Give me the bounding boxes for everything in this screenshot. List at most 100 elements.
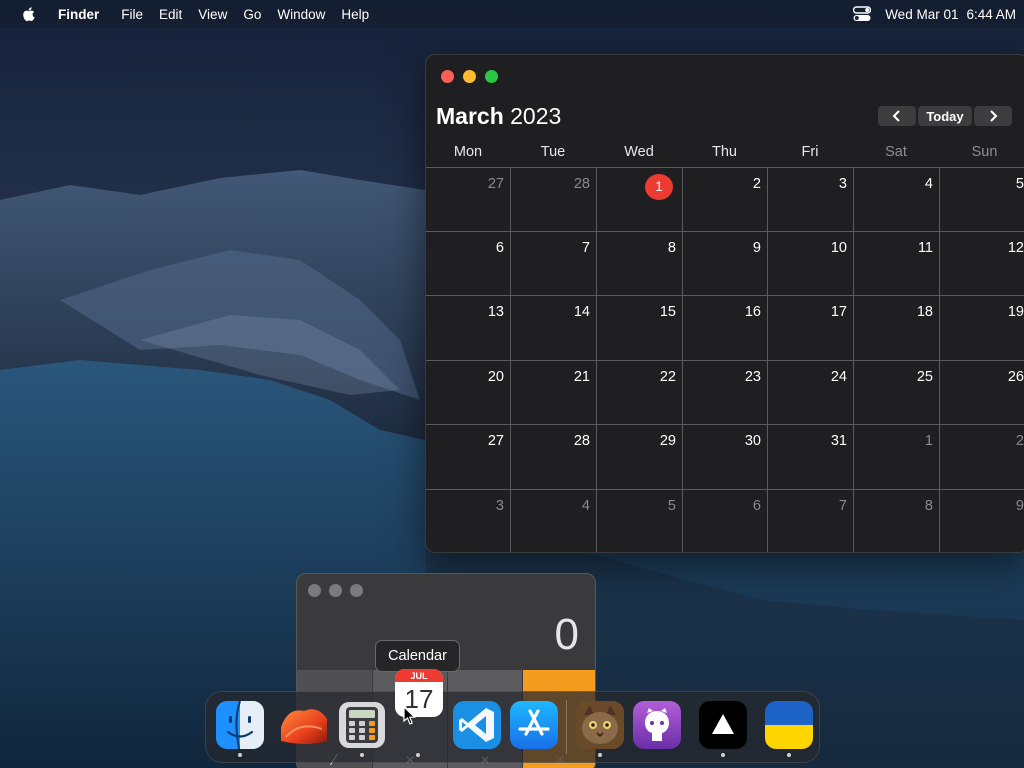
menu-window[interactable]: Window xyxy=(277,7,325,22)
menubar-date: Wed Mar 01 xyxy=(885,6,959,22)
next-month-button[interactable] xyxy=(974,106,1012,126)
day-cell[interactable]: 12 xyxy=(944,240,1024,264)
day-cell[interactable]: 29 xyxy=(596,433,676,457)
window-controls xyxy=(441,70,498,83)
menu-go[interactable]: Go xyxy=(243,7,261,22)
menu-view[interactable]: View xyxy=(198,7,227,22)
day-number: 15 xyxy=(659,304,676,320)
day-cell[interactable]: 28 xyxy=(510,433,590,457)
grid-line xyxy=(426,360,1024,361)
day-number: 22 xyxy=(659,369,676,385)
calendar-icon-month: JUL xyxy=(410,671,428,681)
dock-separator xyxy=(566,700,567,754)
day-number: 3 xyxy=(838,176,847,192)
day-cell[interactable]: 27 xyxy=(426,433,504,457)
day-cell[interactable]: 9 xyxy=(944,498,1024,522)
day-cell[interactable]: 20 xyxy=(426,369,504,393)
day-cell[interactable]: 6 xyxy=(681,498,761,522)
zoom-button[interactable] xyxy=(485,70,498,83)
dock-item-vercel[interactable] xyxy=(697,699,749,751)
day-number: 12 xyxy=(1007,240,1024,256)
day-number: 5 xyxy=(1015,176,1024,192)
grid-line xyxy=(426,295,1024,296)
apple-logo-icon[interactable] xyxy=(20,5,38,23)
day-cell[interactable]: 22 xyxy=(596,369,676,393)
dock-item-ukraine-flag[interactable] xyxy=(763,699,815,751)
day-cell[interactable]: 16 xyxy=(681,304,761,328)
today-button[interactable]: Today xyxy=(918,106,972,126)
day-number: 21 xyxy=(573,369,590,385)
dock-item-vscode[interactable] xyxy=(451,699,503,751)
day-cell[interactable]: 28 xyxy=(510,176,590,200)
day-cell[interactable]: 3 xyxy=(767,176,847,200)
day-cell[interactable]: 2 xyxy=(681,176,761,200)
day-cell[interactable]: 7 xyxy=(510,240,590,264)
ukraine-flag-icon xyxy=(765,701,813,749)
weekday-wed: Wed xyxy=(624,144,654,160)
day-cell[interactable]: 15 xyxy=(596,304,676,328)
day-cell[interactable]: 13 xyxy=(426,304,504,328)
day-cell[interactable]: 7 xyxy=(767,498,847,522)
calculator-close-button[interactable] xyxy=(308,584,321,597)
menu-edit[interactable]: Edit xyxy=(159,7,182,22)
day-number: 3 xyxy=(495,498,504,514)
day-cell[interactable]: 25 xyxy=(853,369,933,393)
menu-app-name[interactable]: Finder xyxy=(58,7,99,22)
menu-help[interactable]: Help xyxy=(341,7,369,22)
minimize-button[interactable] xyxy=(463,70,476,83)
day-cell[interactable]: 24 xyxy=(767,369,847,393)
day-cell[interactable]: 1 xyxy=(853,433,933,457)
day-number: 7 xyxy=(838,498,847,514)
calculator-minimize-button[interactable] xyxy=(329,584,342,597)
dock-item-finder[interactable] xyxy=(214,699,266,751)
weekday-fri: Fri xyxy=(801,144,819,160)
day-cell[interactable]: 30 xyxy=(681,433,761,457)
dock-item-calculator[interactable] xyxy=(336,699,388,751)
dock-item-cat-app[interactable] xyxy=(574,699,626,751)
previous-month-button[interactable] xyxy=(878,106,916,126)
day-number: 20 xyxy=(487,369,504,385)
day-cell[interactable]: 4 xyxy=(510,498,590,522)
dock-item-wallpaper[interactable] xyxy=(278,699,330,751)
control-center-icon[interactable] xyxy=(853,6,872,22)
day-cell[interactable]: 11 xyxy=(853,240,933,264)
close-button[interactable] xyxy=(441,70,454,83)
day-cell[interactable]: 5 xyxy=(944,176,1024,200)
dock-item-app-store[interactable] xyxy=(508,699,560,751)
grid-line xyxy=(426,167,1024,168)
day-cell[interactable]: 8 xyxy=(853,498,933,522)
menu-file[interactable]: File xyxy=(121,7,143,22)
day-number: 18 xyxy=(916,304,933,320)
day-number: 30 xyxy=(744,433,761,449)
dock-item-calendar[interactable]: JUL 17 xyxy=(393,667,445,719)
running-indicator-calendar xyxy=(416,753,420,757)
menubar-clock[interactable]: Wed Mar 01 6:44 AM xyxy=(885,7,1016,22)
day-cell[interactable]: 5 xyxy=(596,498,676,522)
day-cell[interactable]: 19 xyxy=(944,304,1024,328)
day-cell[interactable]: 2 xyxy=(944,433,1024,457)
day-number: 8 xyxy=(924,498,933,514)
weekday-sat: Sat xyxy=(885,144,907,160)
day-cell[interactable]: 21 xyxy=(510,369,590,393)
day-cell[interactable]: 1 xyxy=(645,174,673,200)
running-indicator-ukraine-flag xyxy=(787,753,791,757)
day-cell[interactable]: 14 xyxy=(510,304,590,328)
day-cell[interactable]: 6 xyxy=(426,240,504,264)
day-cell[interactable]: 17 xyxy=(767,304,847,328)
calculator-zoom-button[interactable] xyxy=(350,584,363,597)
day-cell[interactable]: 9 xyxy=(681,240,761,264)
day-cell[interactable]: 4 xyxy=(853,176,933,200)
day-cell[interactable]: 31 xyxy=(767,433,847,457)
day-cell[interactable]: 26 xyxy=(944,369,1024,393)
grid-line xyxy=(682,167,683,552)
day-number: 4 xyxy=(924,176,933,192)
day-cell[interactable]: 8 xyxy=(596,240,676,264)
vscode-icon xyxy=(453,701,501,749)
day-cell[interactable]: 3 xyxy=(426,498,504,522)
day-cell[interactable]: 18 xyxy=(853,304,933,328)
dock-item-github[interactable] xyxy=(631,699,683,751)
day-cell[interactable]: 23 xyxy=(681,369,761,393)
day-number: 4 xyxy=(581,498,590,514)
day-cell[interactable]: 10 xyxy=(767,240,847,264)
day-cell[interactable]: 27 xyxy=(426,176,504,200)
